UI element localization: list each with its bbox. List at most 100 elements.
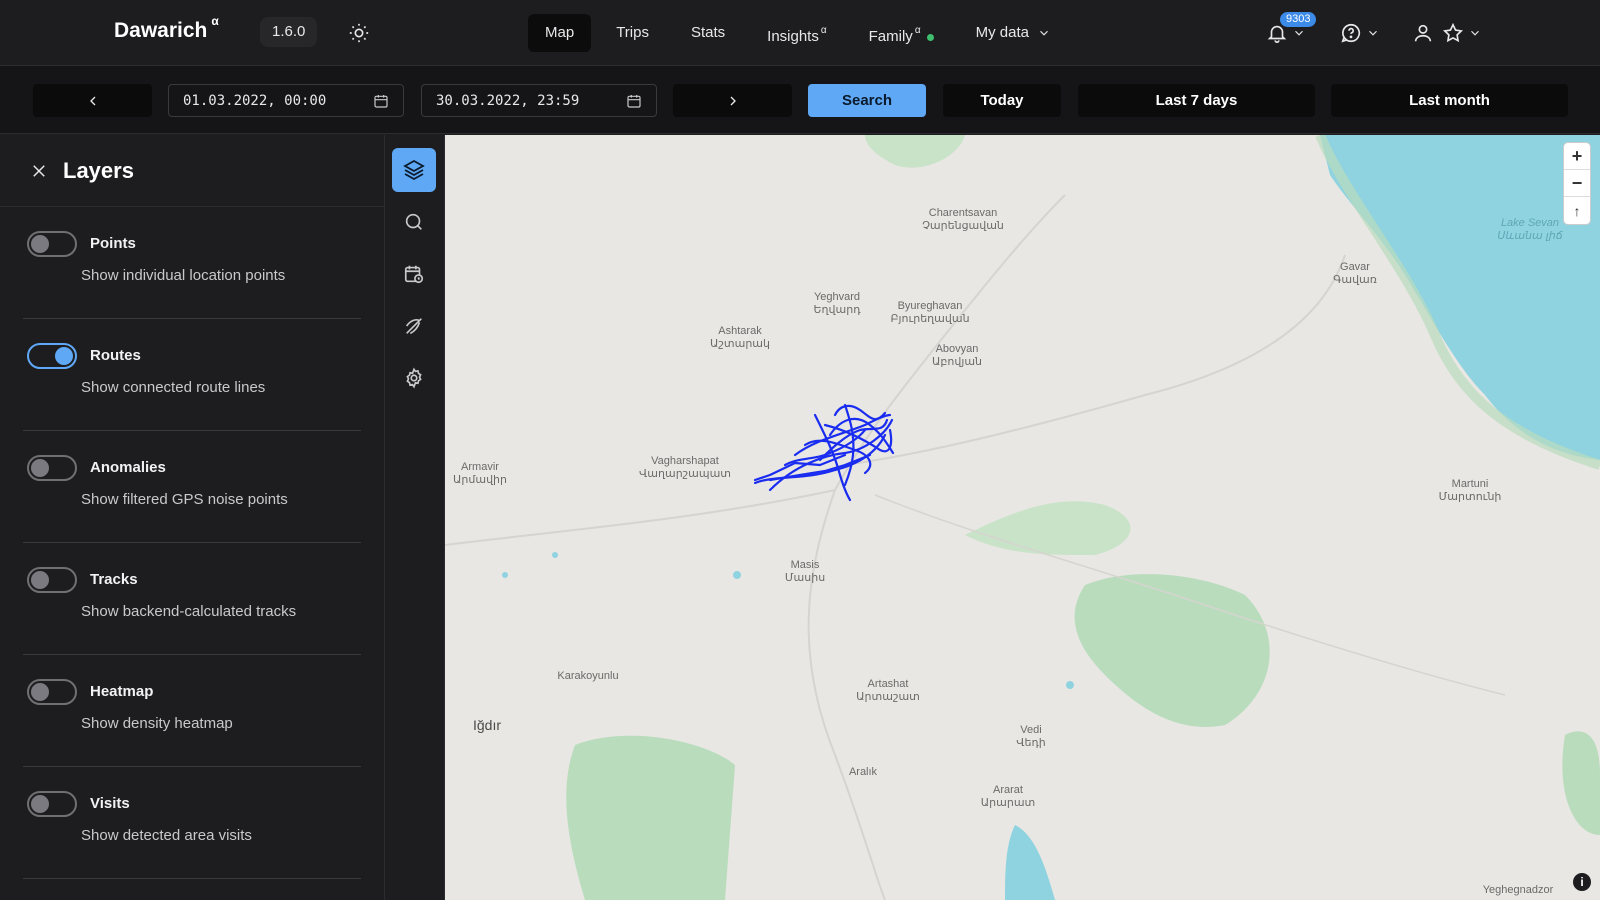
today-button[interactable]: Today — [943, 84, 1061, 117]
park-area — [566, 735, 735, 900]
layer-description: Show filtered GPS noise points — [81, 491, 288, 508]
layer-description: Show backend-calculated tracks — [81, 603, 297, 620]
search-button[interactable]: Search — [808, 84, 926, 117]
version-badge: 1.6.0 — [260, 17, 318, 47]
layers-title: Layers — [63, 158, 134, 183]
visits-toggle[interactable] — [27, 791, 77, 817]
layer-item-visits: Visits Show detected area visits — [23, 767, 361, 879]
reset-north-button[interactable]: ↑ — [1564, 197, 1590, 224]
start-date-value: 01.03.2022, 00:00 — [183, 92, 327, 109]
settings-tool-button[interactable] — [392, 356, 436, 400]
chevron-down-icon — [1471, 30, 1479, 36]
info-icon[interactable]: i — [1573, 873, 1591, 891]
map-canvas[interactable]: Charentsavan Չարենցավան Yeghvard Եղվարդ By… — [445, 135, 1600, 900]
place-label: Abovyan Աբովյան — [931, 343, 983, 368]
place-label: Ashtarak Աշտարակ — [710, 325, 770, 350]
points-toggle[interactable] — [27, 231, 77, 257]
place-label: Masis Մասիս — [784, 559, 826, 584]
layers-header: Layers — [0, 135, 384, 207]
place-label: Byureghavan Բյուրեղավան — [890, 300, 970, 325]
layers-panel: Layers Points Show individual location p… — [0, 135, 385, 900]
calendar-icon[interactable] — [373, 93, 389, 109]
nav-tab-insights[interactable]: Insights α — [750, 14, 843, 52]
end-date-input[interactable]: 30.03.2022, 23:59 — [421, 84, 657, 117]
park-area — [865, 135, 965, 168]
next-period-button[interactable] — [673, 84, 792, 117]
place-label: Yeghegnadzor — [1482, 884, 1554, 896]
routes-toggle[interactable] — [27, 343, 77, 369]
brand-alpha: α — [211, 14, 219, 28]
layer-name: Heatmap — [90, 683, 154, 700]
place-label: Karakoyunlu — [557, 670, 619, 682]
map-tools-rail — [385, 135, 445, 900]
close-icon[interactable] — [30, 162, 48, 180]
layer-description: Show connected route lines — [81, 379, 266, 396]
place-label: Martuni Մարտունի — [1438, 478, 1502, 503]
tracks-toggle[interactable] — [27, 567, 77, 593]
nav-tab-my-data[interactable]: My data — [959, 14, 1069, 52]
place-label: Iğdır — [472, 717, 502, 733]
chevron-down-icon — [1295, 30, 1303, 36]
last-7-days-button[interactable]: Last 7 days — [1078, 84, 1315, 117]
zoom-controls: + − ↑ — [1564, 143, 1590, 224]
brand-logo[interactable]: Dawarich α — [114, 14, 219, 43]
user-icon — [1414, 24, 1432, 42]
route-lines[interactable] — [753, 403, 895, 502]
help-button[interactable] — [1340, 18, 1380, 48]
nav-tab-trips[interactable]: Trips — [599, 14, 666, 52]
route-icon — [405, 318, 422, 335]
layer-description: Show density heatmap — [81, 715, 233, 732]
sun-icon[interactable] — [348, 22, 370, 44]
place-label: Charentsavan Չարենցավան — [922, 207, 1004, 232]
main-nav: Map Trips Stats Insights α Family α My dat… — [528, 14, 1076, 52]
calendar-icon[interactable] — [626, 93, 642, 109]
top-navbar: Dawarich α 1.6.0 Map Trips Stats Insights… — [0, 0, 1600, 66]
zoom-out-button[interactable]: − — [1564, 170, 1590, 197]
chevron-left-icon — [89, 96, 95, 105]
chevron-down-icon — [1040, 30, 1049, 36]
user-menu-button[interactable] — [1412, 18, 1482, 48]
place-label: Artashat Արտաշատ — [856, 678, 920, 703]
nav-tab-map[interactable]: Map — [528, 14, 592, 52]
zoom-in-button[interactable]: + — [1564, 143, 1590, 170]
search-tool-button[interactable] — [392, 200, 436, 244]
layer-item-points: Points Show individual location points — [23, 207, 361, 319]
last-month-button[interactable]: Last month — [1331, 84, 1568, 117]
place-label: Aralık — [848, 766, 878, 778]
brand-name: Dawarich — [114, 19, 208, 42]
anomalies-toggle[interactable] — [27, 455, 77, 481]
nav-tab-stats[interactable]: Stats — [674, 14, 742, 52]
place-label: Vedi Վեդի — [1016, 724, 1046, 749]
layers-tool-button[interactable] — [392, 148, 436, 192]
layer-name: Anomalies — [90, 459, 166, 476]
start-date-input[interactable]: 01.03.2022, 00:00 — [168, 84, 404, 117]
layer-name: Tracks — [90, 571, 138, 588]
timeline-tool-button[interactable] — [392, 252, 436, 296]
layer-item-tracks: Tracks Show backend-calculated tracks — [23, 543, 361, 655]
park-area — [1074, 574, 1270, 727]
place-label: Vagharshapat Վաղարշապատ — [638, 455, 732, 480]
nav-tab-family[interactable]: Family α — [852, 14, 951, 52]
layer-name: Points — [90, 235, 136, 252]
routes-tool-button[interactable] — [392, 304, 436, 348]
prev-period-button[interactable] — [33, 84, 152, 117]
park-area — [965, 501, 1131, 555]
chevron-right-icon — [730, 96, 736, 105]
end-date-value: 30.03.2022, 23:59 — [436, 92, 580, 109]
layer-description: Show individual location points — [81, 267, 286, 284]
date-toolbar: 01.03.2022, 00:00 30.03.2022, 23:59 Sear… — [0, 66, 1600, 134]
place-label: Yeghvard Եղվարդ — [813, 291, 861, 316]
park-area — [1562, 731, 1600, 835]
bell-icon — [1267, 25, 1287, 43]
heatmap-toggle[interactable] — [27, 679, 77, 705]
calendar-clock-icon — [404, 265, 424, 284]
place-label: Ararat Արարատ — [980, 784, 1036, 809]
lake-sevan-water — [1320, 135, 1600, 460]
layer-item-anomalies: Anomalies Show filtered GPS noise points — [23, 431, 361, 543]
notifications-button[interactable] — [1266, 18, 1306, 48]
layer-name: Visits — [90, 795, 130, 812]
layer-description: Show detected area visits — [81, 827, 252, 844]
layer-item-heatmap: Heatmap Show density heatmap — [23, 655, 361, 767]
gear-icon — [406, 367, 422, 389]
search-icon — [405, 213, 422, 230]
